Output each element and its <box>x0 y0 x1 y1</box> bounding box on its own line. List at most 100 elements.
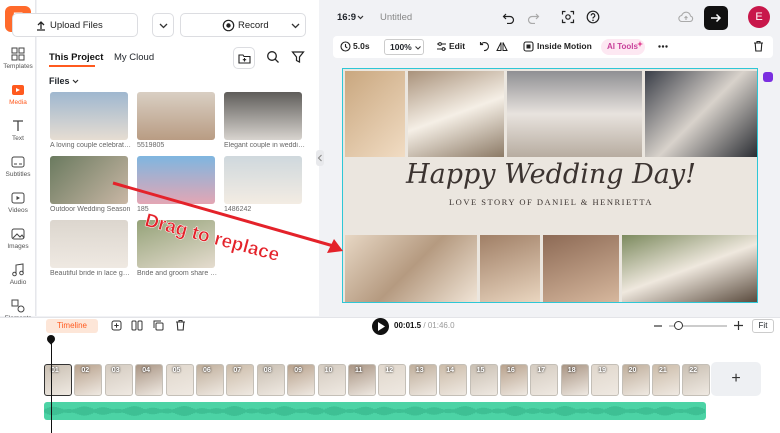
play-button[interactable] <box>372 318 389 335</box>
rail-item-audio[interactable]: Audio <box>0 260 36 294</box>
help-icon[interactable] <box>586 10 600 24</box>
media-thumbnail[interactable] <box>50 92 128 140</box>
rail-item-label: Templates <box>3 63 33 70</box>
new-folder-button[interactable] <box>233 47 255 69</box>
rail-item-label: Images <box>7 243 29 250</box>
timeline-tab[interactable]: Timeline <box>46 319 98 333</box>
timeline-clip[interactable]: 11 <box>348 364 376 396</box>
clip-number: 09 <box>294 367 302 374</box>
undo-icon[interactable] <box>502 11 515 24</box>
screenshot-icon[interactable] <box>561 10 575 24</box>
timeline-clip[interactable]: 19 <box>591 364 620 396</box>
subtitles-icon <box>11 156 25 168</box>
templates-icon <box>11 47 25 61</box>
delete-icon[interactable] <box>753 40 764 52</box>
zoom-select[interactable]: 100% <box>384 39 424 55</box>
timeline-clip[interactable]: 20 <box>621 364 650 396</box>
filter-button[interactable] <box>288 47 308 67</box>
upload-files-button[interactable]: Upload Files <box>12 13 138 37</box>
timeline-clip[interactable]: 08 <box>256 364 285 396</box>
panel-collapse-handle[interactable] <box>316 150 324 166</box>
record-button[interactable]: Record <box>180 13 306 37</box>
flip-icon[interactable] <box>496 41 508 52</box>
timeline-clip[interactable]: 18 <box>560 364 589 396</box>
media-thumbnail[interactable] <box>224 92 302 140</box>
rail-item-label: Subtitles <box>5 171 31 178</box>
timeline-clip[interactable]: 04 <box>135 364 164 396</box>
timeline-clip[interactable]: 07 <box>226 364 255 396</box>
timeline-clip[interactable]: 01 <box>44 364 72 396</box>
photo-slot[interactable] <box>408 71 504 157</box>
clip-number: 10 <box>324 367 333 374</box>
photo-slot[interactable] <box>345 71 405 157</box>
timeline-clip[interactable]: 02 <box>74 364 103 396</box>
canvas-title-text[interactable]: Happy Wedding Day! <box>343 159 757 190</box>
audio-icon <box>12 263 24 277</box>
cloud-upload-icon[interactable] <box>678 11 694 23</box>
delete-icon[interactable] <box>175 319 186 331</box>
zoom-slider-thumb[interactable] <box>674 321 683 330</box>
split-icon[interactable] <box>131 320 143 331</box>
photo-slot[interactable] <box>622 235 757 302</box>
redo-icon[interactable] <box>527 11 540 24</box>
rail-item-templates[interactable]: Templates <box>0 44 36 78</box>
timeline-clip[interactable]: 09 <box>287 364 316 396</box>
timeline-clip[interactable]: 06 <box>196 364 224 396</box>
timeline-clip[interactable]: 17 <box>530 364 559 396</box>
aspect-ratio-select[interactable]: 16:9 <box>337 12 356 23</box>
tab-this-project[interactable]: This Project <box>49 52 103 63</box>
duplicate-icon[interactable] <box>153 320 164 331</box>
user-avatar[interactable]: E <box>748 6 770 28</box>
rail-item-videos[interactable]: Videos <box>0 188 36 222</box>
timeline-clip[interactable]: 14 <box>439 364 468 396</box>
timeline-clip[interactable]: 05 <box>165 364 194 396</box>
zoom-out-icon[interactable] <box>654 325 662 327</box>
photo-slot[interactable] <box>507 71 642 157</box>
photo-slot[interactable] <box>345 235 477 302</box>
playhead[interactable] <box>51 337 52 433</box>
rail-item-subtitles[interactable]: Subtitles <box>0 152 36 186</box>
inside-motion-button[interactable]: Inside Motion <box>537 41 592 51</box>
rail-item-media[interactable]: Media <box>0 80 36 114</box>
ai-tools-button[interactable]: AI Tools <box>601 39 645 55</box>
search-button[interactable] <box>263 47 283 67</box>
clip-duration[interactable]: 5.0s <box>353 41 370 51</box>
zoom-in-icon[interactable] <box>734 321 743 330</box>
timeline-clip[interactable]: 22 <box>682 364 711 396</box>
more-icon[interactable] <box>658 45 668 48</box>
timeline-clip[interactable]: 13 <box>408 364 437 396</box>
photo-slot[interactable] <box>645 71 757 157</box>
clip-number: 12 <box>385 367 394 374</box>
audio-track[interactable] <box>44 402 706 420</box>
rail-item-images[interactable]: Images <box>0 224 36 258</box>
timeline-clip[interactable]: 12 <box>378 364 407 396</box>
upload-options-button[interactable] <box>152 13 174 37</box>
add-clip-button[interactable]: + <box>711 362 761 396</box>
upload-icon <box>37 21 45 31</box>
photo-slot[interactable] <box>543 235 619 302</box>
timeline-clip[interactable]: 21 <box>652 364 680 396</box>
canvas-subtitle-text[interactable]: LOVE STORY OF DANIEL & HENRIETTA <box>343 197 757 207</box>
timeline-clip[interactable]: 03 <box>104 364 133 396</box>
media-thumbnail[interactable] <box>137 92 215 140</box>
preview-canvas[interactable]: Happy Wedding Day! LOVE STORY OF DANIEL … <box>342 68 758 303</box>
text-icon <box>13 120 23 131</box>
fit-button[interactable]: Fit <box>752 319 774 333</box>
rotate-icon[interactable] <box>479 41 490 52</box>
tab-my-cloud[interactable]: My Cloud <box>114 52 154 63</box>
magic-badge-icon[interactable] <box>763 72 773 82</box>
edit-button[interactable]: Edit <box>449 41 465 51</box>
add-icon[interactable] <box>111 320 122 331</box>
export-button[interactable] <box>704 6 728 30</box>
rail-item-text[interactable]: Text <box>0 116 36 150</box>
photo-slot[interactable] <box>480 235 540 302</box>
chevron-down-icon[interactable] <box>357 15 364 20</box>
timeline-clip[interactable]: 10 <box>317 364 346 396</box>
chevron-down-icon[interactable] <box>72 79 79 84</box>
timeline-clip[interactable]: 15 <box>469 364 498 396</box>
videos-icon <box>11 192 25 204</box>
project-title[interactable]: Untitled <box>380 12 412 23</box>
adjust-sliders-icon <box>437 42 446 51</box>
ai-tools-label: AI Tools <box>607 42 638 51</box>
timeline-clip[interactable]: 16 <box>500 364 528 396</box>
